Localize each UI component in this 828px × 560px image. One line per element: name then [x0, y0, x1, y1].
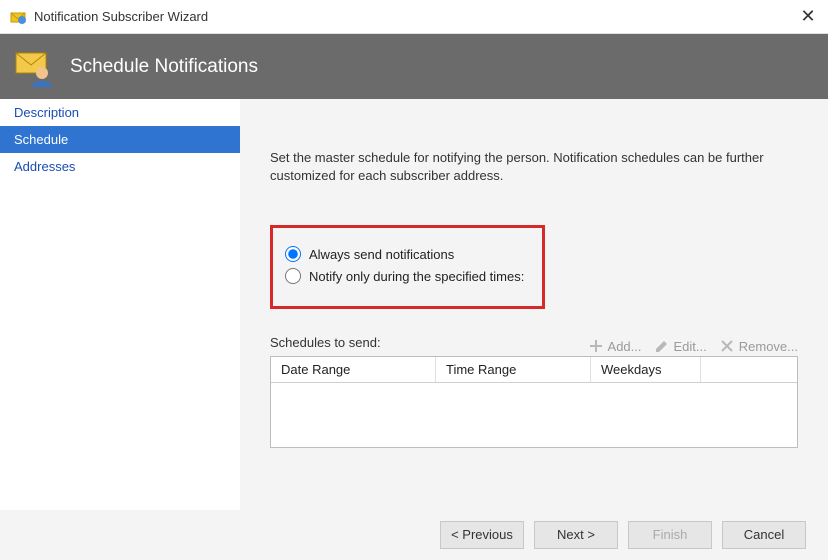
grid-header: Date Range Time Range Weekdays: [271, 357, 797, 383]
schedule-mode-group: Always send notifications Notify only du…: [270, 225, 545, 309]
title-bar: Notification Subscriber Wizard ✕: [0, 0, 828, 34]
edit-label: Edit...: [674, 339, 707, 354]
sidebar: Description Schedule Addresses: [0, 99, 240, 510]
add-label: Add...: [608, 339, 642, 354]
radio-always-label: Always send notifications: [309, 247, 454, 262]
remove-button[interactable]: Remove...: [719, 338, 798, 354]
schedules-grid: Date Range Time Range Weekdays: [270, 356, 798, 448]
edit-button[interactable]: Edit...: [654, 338, 707, 354]
radio-always-input[interactable]: [285, 246, 301, 262]
sidebar-item-addresses[interactable]: Addresses: [0, 153, 240, 180]
x-icon: [719, 338, 735, 354]
sidebar-item-description[interactable]: Description: [0, 99, 240, 126]
envelope-user-icon: [14, 47, 54, 87]
main-area: Description Schedule Addresses Set the m…: [0, 99, 828, 510]
wizard-header: Schedule Notifications: [0, 34, 828, 99]
schedules-label: Schedules to send:: [270, 335, 381, 350]
col-spacer: [701, 357, 797, 382]
radio-always[interactable]: Always send notifications: [285, 246, 524, 262]
schedules-header: Schedules to send: Add... Edit... Remove…: [270, 335, 798, 354]
radio-specified[interactable]: Notify only during the specified times:: [285, 268, 524, 284]
col-date-range[interactable]: Date Range: [271, 357, 436, 382]
add-button[interactable]: Add...: [588, 338, 642, 354]
finish-button[interactable]: Finish: [628, 521, 712, 549]
plus-icon: [588, 338, 604, 354]
next-button[interactable]: Next >: [534, 521, 618, 549]
wizard-footer: < Previous Next > Finish Cancel: [0, 510, 828, 560]
previous-button[interactable]: < Previous: [440, 521, 524, 549]
window-title: Notification Subscriber Wizard: [34, 9, 798, 24]
instruction-text: Set the master schedule for notifying th…: [270, 149, 798, 185]
sidebar-item-schedule[interactable]: Schedule: [0, 126, 240, 153]
schedules-toolbar: Add... Edit... Remove...: [588, 338, 798, 354]
col-time-range[interactable]: Time Range: [436, 357, 591, 382]
close-icon[interactable]: ✕: [798, 6, 818, 27]
page-title: Schedule Notifications: [70, 56, 258, 78]
cancel-button[interactable]: Cancel: [722, 521, 806, 549]
pencil-icon: [654, 338, 670, 354]
col-weekdays[interactable]: Weekdays: [591, 357, 701, 382]
remove-label: Remove...: [739, 339, 798, 354]
content-panel: Set the master schedule for notifying th…: [240, 99, 828, 510]
app-icon: [10, 9, 26, 25]
radio-specified-input[interactable]: [285, 268, 301, 284]
radio-specified-label: Notify only during the specified times:: [309, 269, 524, 284]
